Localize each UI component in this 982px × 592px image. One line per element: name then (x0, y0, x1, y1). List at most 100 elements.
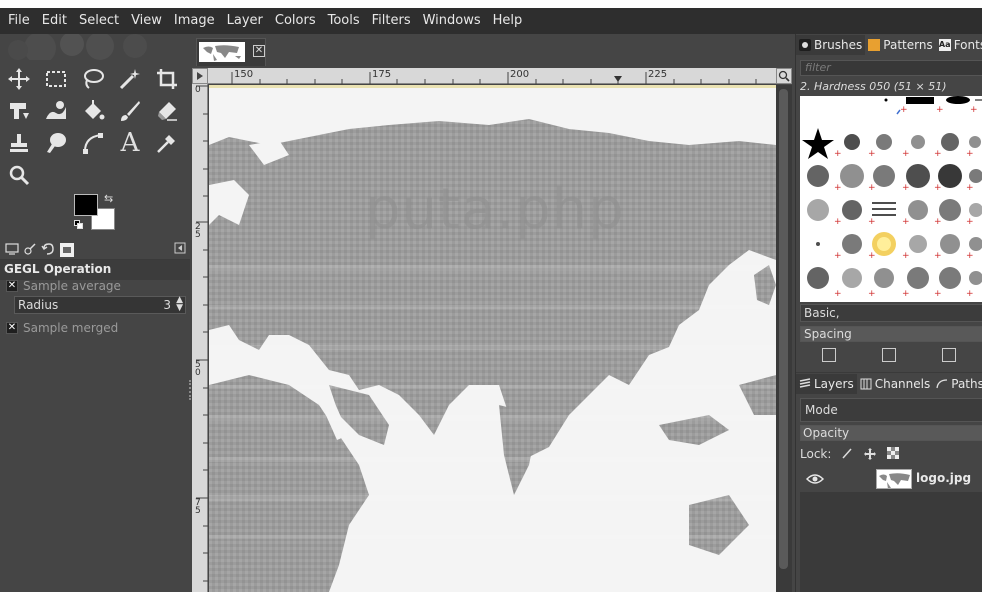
transform-tool-icon[interactable] (4, 96, 34, 126)
paths-tool-icon[interactable] (78, 128, 108, 158)
svg-text:+: + (902, 149, 910, 159)
color-picker-tool-icon[interactable] (152, 128, 182, 158)
layers-icon (799, 377, 811, 390)
menu-filters[interactable]: Filters (366, 8, 417, 34)
tool-options-tab-icon[interactable] (4, 242, 20, 258)
tab-paths[interactable]: Paths (933, 374, 982, 394)
image-tab-thumbnail (199, 42, 245, 62)
tab-label: Channels (874, 376, 931, 391)
channels-icon (860, 378, 872, 390)
ruler-tick-label: 7 5 (195, 498, 201, 516)
svg-text:+: + (902, 289, 910, 299)
crop-tool-icon[interactable] (152, 64, 182, 94)
duplicate-brush-icon[interactable] (942, 348, 956, 362)
svg-text:+: + (834, 251, 842, 261)
wilber-logo (0, 34, 190, 60)
swap-colors-icon[interactable]: ⇆ (104, 192, 113, 205)
lock-alpha-icon[interactable] (886, 447, 900, 461)
spacing-slider[interactable]: Spacing (800, 326, 982, 342)
vertical-ruler[interactable]: 0 2 5 5 0 7 5 (192, 84, 208, 592)
svg-text:+: + (902, 217, 910, 227)
sample-merged-option[interactable]: ✕ Sample merged (6, 320, 118, 336)
tab-layers[interactable]: Layers (796, 373, 857, 394)
menu-layer[interactable]: Layer (221, 8, 269, 34)
tab-channels[interactable]: Channels (857, 374, 934, 394)
menu-view[interactable]: View (125, 8, 168, 34)
tab-patterns[interactable]: Patterns (865, 35, 935, 55)
ruler-tick-label: 150 (234, 69, 254, 80)
reset-colors-icon[interactable] (74, 220, 84, 230)
menu-colors[interactable]: Colors (269, 8, 322, 34)
text-tool-icon[interactable]: A (115, 128, 145, 158)
image-tab[interactable]: ✕ (196, 38, 266, 66)
layer-row[interactable]: logo.jpg (800, 466, 982, 492)
panel-menu-icon[interactable] (172, 242, 188, 258)
paths-icon (936, 378, 948, 390)
menu-file[interactable]: File (2, 8, 36, 34)
lock-position-icon[interactable] (863, 447, 877, 461)
selected-brush-name: 2. Hardness 050 (51 × 51) (800, 80, 947, 93)
ruler-tick-label: 0 (195, 85, 201, 95)
brush-filter-input[interactable]: filter (800, 60, 982, 76)
close-tab-icon[interactable]: ✕ (253, 45, 265, 57)
sample-average-checkbox[interactable]: ✕ (6, 280, 18, 292)
warp-tool-icon[interactable] (41, 96, 71, 126)
sample-average-option[interactable]: ✕ Sample average (6, 278, 121, 294)
sample-merged-checkbox[interactable]: ✕ (6, 322, 18, 334)
menu-bar: File Edit Select View Image Layer Colors… (0, 8, 982, 34)
lock-pixels-icon[interactable] (840, 447, 854, 461)
horizontal-ruler[interactable]: 150 175 200 225 (208, 68, 776, 84)
images-tab-icon[interactable] (60, 243, 74, 257)
scrollbar-thumb[interactable] (779, 89, 788, 569)
svg-text:+: + (868, 289, 876, 299)
new-brush-icon[interactable] (882, 348, 896, 362)
spinner-arrows-icon[interactable]: ▲ ▼ (176, 296, 183, 313)
edit-brush-icon[interactable] (822, 348, 836, 362)
svg-text:+: + (834, 149, 842, 159)
brush-grid[interactable]: + + + + + + + + + + + + + + + + + + + + + + + + + + + + (800, 96, 982, 302)
radius-spinner[interactable]: Radius 3 ▲ ▼ (14, 296, 186, 314)
svg-text:+: + (966, 217, 974, 227)
zoom-tool-icon[interactable] (4, 160, 34, 190)
svg-text:+: + (934, 289, 942, 299)
svg-text:+: + (936, 105, 944, 115)
rect-select-tool-icon[interactable] (41, 64, 71, 94)
menu-edit[interactable]: Edit (36, 8, 73, 34)
lasso-tool-icon[interactable] (78, 64, 108, 94)
menu-select[interactable]: Select (73, 8, 125, 34)
svg-text:+: + (868, 217, 876, 227)
layer-mode-select[interactable]: Mode (800, 398, 982, 422)
layer-name[interactable]: logo.jpg (916, 471, 971, 485)
image-canvas[interactable]: puta.php (209, 85, 776, 592)
svg-text:+: + (966, 289, 974, 299)
menu-windows[interactable]: Windows (417, 8, 487, 34)
bucket-fill-tool-icon[interactable] (78, 96, 108, 126)
foreground-color-swatch[interactable] (74, 194, 98, 216)
toolbox-resize-handle[interactable] (189, 380, 191, 400)
radius-value[interactable]: 3 (163, 298, 171, 312)
device-status-tab-icon[interactable] (22, 242, 38, 258)
menu-image[interactable]: Image (168, 8, 221, 34)
eraser-tool-icon[interactable] (152, 96, 182, 126)
menu-help[interactable]: Help (487, 8, 529, 34)
clone-tool-icon[interactable] (4, 128, 34, 158)
navigate-icon[interactable] (776, 68, 792, 84)
visibility-eye-icon[interactable] (805, 472, 825, 486)
brush-tags-field[interactable]: Basic, (800, 304, 982, 322)
ruler-corner-menu[interactable] (192, 68, 208, 84)
ruler-tick-label: 175 (372, 69, 392, 80)
tab-fonts[interactable]: Aa Fonts (936, 35, 982, 55)
undo-history-tab-icon[interactable] (40, 242, 56, 258)
window-title-strip (0, 0, 982, 8)
svg-text:+: + (966, 251, 974, 261)
fuzzy-select-tool-icon[interactable] (115, 64, 145, 94)
sample-merged-label: Sample merged (23, 321, 119, 335)
smudge-tool-icon[interactable] (41, 128, 71, 158)
fonts-icon: Aa (938, 39, 951, 51)
vertical-scrollbar[interactable] (776, 85, 792, 592)
tab-brushes[interactable]: Brushes (796, 35, 866, 55)
menu-tools[interactable]: Tools (322, 8, 366, 34)
layer-opacity-slider[interactable]: Opacity (800, 425, 982, 441)
move-tool-icon[interactable] (4, 64, 34, 94)
paintbrush-tool-icon[interactable] (115, 96, 145, 126)
